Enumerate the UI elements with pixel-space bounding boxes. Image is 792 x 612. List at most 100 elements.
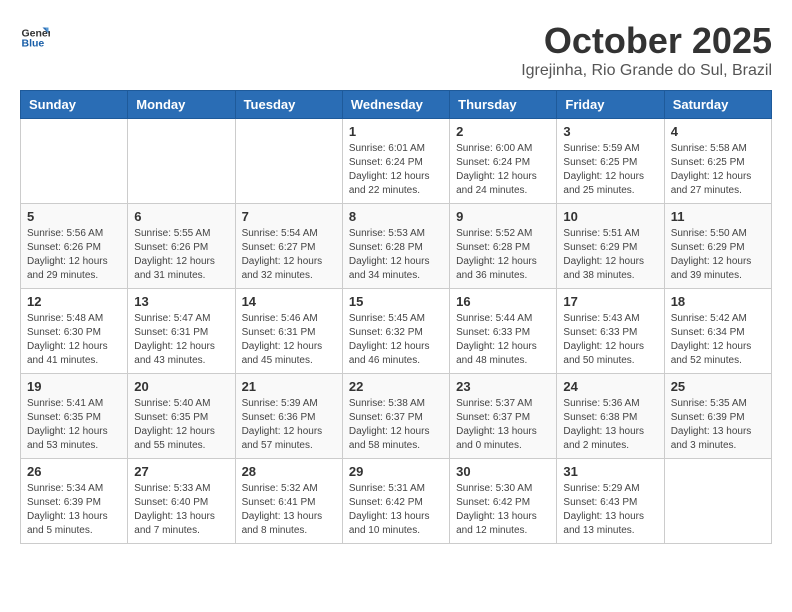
day-number: 5 bbox=[27, 209, 121, 224]
logo-icon: General Blue bbox=[20, 20, 50, 50]
calendar-cell: 19Sunrise: 5:41 AM Sunset: 6:35 PM Dayli… bbox=[21, 374, 128, 459]
weekday-header-thursday: Thursday bbox=[450, 91, 557, 119]
day-info: Sunrise: 5:31 AM Sunset: 6:42 PM Dayligh… bbox=[349, 482, 443, 538]
day-info: Sunrise: 5:59 AM Sunset: 6:25 PM Dayligh… bbox=[563, 142, 657, 198]
page-header: General Blue October 2025 Igrejinha, Rio… bbox=[20, 20, 772, 80]
calendar-cell bbox=[664, 459, 771, 544]
day-info: Sunrise: 5:29 AM Sunset: 6:43 PM Dayligh… bbox=[563, 482, 657, 538]
day-info: Sunrise: 5:37 AM Sunset: 6:37 PM Dayligh… bbox=[456, 397, 550, 453]
svg-text:Blue: Blue bbox=[22, 37, 45, 49]
day-info: Sunrise: 5:35 AM Sunset: 6:39 PM Dayligh… bbox=[671, 397, 765, 453]
calendar-cell: 23 Sunrise: 5:37 AM Sunset: 6:37 PM Dayli… bbox=[450, 374, 557, 459]
calendar-cell: 24 Sunrise: 5:36 AM Sunset: 6:38 PM Dayli… bbox=[557, 374, 664, 459]
day-info: Sunrise: 5:50 AM Sunset: 6:29 PM Dayligh… bbox=[671, 227, 765, 283]
calendar-cell: 12 Sunrise: 5:48 AM Sunset: 6:30 PM Dayli… bbox=[21, 289, 128, 374]
calendar-cell: 3Sunrise: 5:59 AM Sunset: 6:25 PM Daylig… bbox=[557, 119, 664, 204]
day-number: 11 bbox=[671, 209, 765, 224]
weekday-header-sunday: Sunday bbox=[21, 91, 128, 119]
calendar-cell bbox=[235, 119, 342, 204]
day-number: 6 bbox=[134, 209, 228, 224]
day-info: Sunrise: 6:00 AM Sunset: 6:24 PM Dayligh… bbox=[456, 142, 550, 198]
day-info: Sunrise: 5:42 AM Sunset: 6:34 PM Dayligh… bbox=[671, 312, 765, 368]
day-number: 23 bbox=[456, 379, 550, 394]
day-info: Sunrise: 5:40 AM Sunset: 6:35 PM Dayligh… bbox=[134, 397, 228, 453]
day-info: Sunrise: 5:34 AM Sunset: 6:39 PM Dayligh… bbox=[27, 482, 121, 538]
calendar-cell bbox=[21, 119, 128, 204]
day-number: 31 bbox=[563, 464, 657, 479]
day-info: Sunrise: 5:43 AM Sunset: 6:33 PM Dayligh… bbox=[563, 312, 657, 368]
calendar-cell: 30Sunrise: 5:30 AM Sunset: 6:42 PM Dayli… bbox=[450, 459, 557, 544]
day-number: 28 bbox=[242, 464, 336, 479]
weekday-header-saturday: Saturday bbox=[664, 91, 771, 119]
day-number: 2 bbox=[456, 124, 550, 139]
calendar-cell: 4 Sunrise: 5:58 AM Sunset: 6:25 PM Daylig… bbox=[664, 119, 771, 204]
weekday-header-tuesday: Tuesday bbox=[235, 91, 342, 119]
day-info: Sunrise: 5:36 AM Sunset: 6:38 PM Dayligh… bbox=[563, 397, 657, 453]
calendar-cell: 2 Sunrise: 6:00 AM Sunset: 6:24 PM Daylig… bbox=[450, 119, 557, 204]
day-number: 7 bbox=[242, 209, 336, 224]
calendar-cell: 21Sunrise: 5:39 AM Sunset: 6:36 PM Dayli… bbox=[235, 374, 342, 459]
calendar-week-5: 26 Sunrise: 5:34 AM Sunset: 6:39 PM Dayli… bbox=[21, 459, 772, 544]
calendar-cell: 20 Sunrise: 5:40 AM Sunset: 6:35 PM Dayli… bbox=[128, 374, 235, 459]
calendar-cell bbox=[128, 119, 235, 204]
day-info: Sunrise: 5:44 AM Sunset: 6:33 PM Dayligh… bbox=[456, 312, 550, 368]
calendar-cell: 18 Sunrise: 5:42 AM Sunset: 6:34 PM Dayli… bbox=[664, 289, 771, 374]
calendar-week-2: 5 Sunrise: 5:56 AM Sunset: 6:26 PM Daylig… bbox=[21, 204, 772, 289]
calendar-cell: 15 Sunrise: 5:45 AM Sunset: 6:32 PM Dayli… bbox=[342, 289, 449, 374]
calendar-cell: 1 Sunrise: 6:01 AM Sunset: 6:24 PM Daylig… bbox=[342, 119, 449, 204]
day-number: 16 bbox=[456, 294, 550, 309]
day-info: Sunrise: 6:01 AM Sunset: 6:24 PM Dayligh… bbox=[349, 142, 443, 198]
day-info: Sunrise: 5:58 AM Sunset: 6:25 PM Dayligh… bbox=[671, 142, 765, 198]
calendar-cell: 31 Sunrise: 5:29 AM Sunset: 6:43 PM Dayli… bbox=[557, 459, 664, 544]
day-number: 26 bbox=[27, 464, 121, 479]
weekday-header-wednesday: Wednesday bbox=[342, 91, 449, 119]
day-info: Sunrise: 5:51 AM Sunset: 6:29 PM Dayligh… bbox=[563, 227, 657, 283]
location-title: Igrejinha, Rio Grande do Sul, Brazil bbox=[521, 62, 772, 80]
calendar-cell: 14 Sunrise: 5:46 AM Sunset: 6:31 PM Dayli… bbox=[235, 289, 342, 374]
day-info: Sunrise: 5:55 AM Sunset: 6:26 PM Dayligh… bbox=[134, 227, 228, 283]
day-number: 29 bbox=[349, 464, 443, 479]
day-number: 10 bbox=[563, 209, 657, 224]
day-info: Sunrise: 5:33 AM Sunset: 6:40 PM Dayligh… bbox=[134, 482, 228, 538]
day-info: Sunrise: 5:56 AM Sunset: 6:26 PM Dayligh… bbox=[27, 227, 121, 283]
day-info: Sunrise: 5:48 AM Sunset: 6:30 PM Dayligh… bbox=[27, 312, 121, 368]
calendar-table: SundayMondayTuesdayWednesdayThursdayFrid… bbox=[20, 90, 772, 544]
weekday-header-monday: Monday bbox=[128, 91, 235, 119]
calendar-week-4: 19Sunrise: 5:41 AM Sunset: 6:35 PM Dayli… bbox=[21, 374, 772, 459]
day-number: 8 bbox=[349, 209, 443, 224]
day-number: 14 bbox=[242, 294, 336, 309]
day-number: 18 bbox=[671, 294, 765, 309]
calendar-week-3: 12 Sunrise: 5:48 AM Sunset: 6:30 PM Dayli… bbox=[21, 289, 772, 374]
day-info: Sunrise: 5:47 AM Sunset: 6:31 PM Dayligh… bbox=[134, 312, 228, 368]
day-number: 19 bbox=[27, 379, 121, 394]
day-number: 4 bbox=[671, 124, 765, 139]
day-info: Sunrise: 5:46 AM Sunset: 6:31 PM Dayligh… bbox=[242, 312, 336, 368]
month-title: October 2025 bbox=[521, 20, 772, 62]
calendar-cell: 13 Sunrise: 5:47 AM Sunset: 6:31 PM Dayli… bbox=[128, 289, 235, 374]
logo: General Blue bbox=[20, 20, 50, 50]
calendar-cell: 7Sunrise: 5:54 AM Sunset: 6:27 PM Daylig… bbox=[235, 204, 342, 289]
day-number: 13 bbox=[134, 294, 228, 309]
day-number: 12 bbox=[27, 294, 121, 309]
day-info: Sunrise: 5:39 AM Sunset: 6:36 PM Dayligh… bbox=[242, 397, 336, 453]
day-number: 1 bbox=[349, 124, 443, 139]
day-info: Sunrise: 5:45 AM Sunset: 6:32 PM Dayligh… bbox=[349, 312, 443, 368]
calendar-cell: 6 Sunrise: 5:55 AM Sunset: 6:26 PM Daylig… bbox=[128, 204, 235, 289]
day-info: Sunrise: 5:30 AM Sunset: 6:42 PM Dayligh… bbox=[456, 482, 550, 538]
day-info: Sunrise: 5:52 AM Sunset: 6:28 PM Dayligh… bbox=[456, 227, 550, 283]
day-number: 20 bbox=[134, 379, 228, 394]
calendar-cell: 28Sunrise: 5:32 AM Sunset: 6:41 PM Dayli… bbox=[235, 459, 342, 544]
day-info: Sunrise: 5:53 AM Sunset: 6:28 PM Dayligh… bbox=[349, 227, 443, 283]
title-section: October 2025 Igrejinha, Rio Grande do Su… bbox=[521, 20, 772, 80]
calendar-cell: 9 Sunrise: 5:52 AM Sunset: 6:28 PM Daylig… bbox=[450, 204, 557, 289]
day-info: Sunrise: 5:38 AM Sunset: 6:37 PM Dayligh… bbox=[349, 397, 443, 453]
day-number: 15 bbox=[349, 294, 443, 309]
day-number: 17 bbox=[563, 294, 657, 309]
day-number: 24 bbox=[563, 379, 657, 394]
day-number: 9 bbox=[456, 209, 550, 224]
calendar-cell: 25Sunrise: 5:35 AM Sunset: 6:39 PM Dayli… bbox=[664, 374, 771, 459]
day-number: 22 bbox=[349, 379, 443, 394]
weekday-header-friday: Friday bbox=[557, 91, 664, 119]
calendar-cell: 16 Sunrise: 5:44 AM Sunset: 6:33 PM Dayli… bbox=[450, 289, 557, 374]
calendar-cell: 8 Sunrise: 5:53 AM Sunset: 6:28 PM Daylig… bbox=[342, 204, 449, 289]
